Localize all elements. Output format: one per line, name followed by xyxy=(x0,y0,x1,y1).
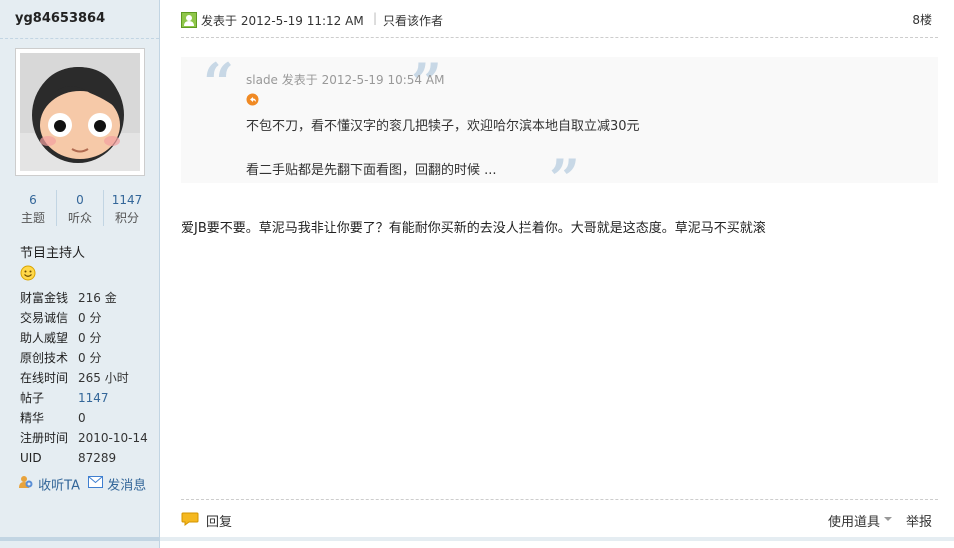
info-key: 在线时间 xyxy=(20,371,69,385)
author-only-link[interactable]: 只看该作者 xyxy=(383,12,443,29)
avatar-image xyxy=(20,53,140,171)
info-row: UID 87289 xyxy=(20,448,148,468)
reply-button[interactable]: 回复 xyxy=(206,511,232,530)
info-row: 精华 0 xyxy=(20,408,148,428)
stat-value: 6 xyxy=(29,193,37,207)
info-value: 0 xyxy=(78,411,86,425)
user-group[interactable]: 节目主持人 xyxy=(20,242,85,261)
info-row: 注册时间 2010-10-14 xyxy=(20,428,148,448)
stat-label: 主题 xyxy=(20,211,45,225)
post-header: 发表于 2012-5-19 11:12 AM | 只看该作者 8楼 xyxy=(181,8,938,38)
quote-close-icon: ” xyxy=(549,147,581,211)
stat-value: 1147 xyxy=(111,193,143,207)
user-sidebar: yg84653864 6 主题 0 听众 1147 积分 节目主持人 财富金钱 … xyxy=(0,0,160,548)
stat-listeners[interactable]: 0 听众 xyxy=(56,190,103,226)
info-value: 0 分 xyxy=(78,331,102,345)
send-message-link[interactable]: 发消息 xyxy=(107,479,146,494)
separator: | xyxy=(373,11,378,25)
info-key: 注册时间 xyxy=(20,431,69,445)
report-button[interactable]: 举报 xyxy=(906,511,932,530)
info-value: 265 小时 xyxy=(78,371,129,385)
info-row: 原创技术 0 分 xyxy=(20,348,148,368)
stat-label: 积分 xyxy=(114,211,139,225)
online-status-icon xyxy=(181,12,197,31)
info-key: 精华 xyxy=(20,411,45,425)
envelope-icon xyxy=(88,476,107,492)
posts-link[interactable]: 1147 xyxy=(78,391,109,405)
jump-to-post-icon[interactable] xyxy=(246,93,259,109)
divider xyxy=(0,537,160,541)
info-value: 0 分 xyxy=(78,311,102,325)
quote-text: 看二手贴都是先翻下面看图，回翻的时候 ... xyxy=(246,163,497,178)
user-actions: 收听TA 发消息 xyxy=(18,474,146,494)
user-stats: 6 主题 0 听众 1147 积分 xyxy=(10,190,150,226)
info-value: 216 金 xyxy=(78,291,117,305)
follow-icon xyxy=(18,476,38,494)
info-key: 原创技术 xyxy=(20,351,69,365)
info-row: 在线时间 265 小时 xyxy=(20,368,148,388)
info-key: 财富金钱 xyxy=(20,291,69,305)
avatar[interactable] xyxy=(15,48,145,176)
quote-text: 不包不刀，看不懂汉字的衮几把犊子，欢迎哈尔滨本地自取立减30元 xyxy=(246,119,640,134)
info-row: 助人威望 0 分 xyxy=(20,328,148,348)
divider xyxy=(0,38,159,39)
user-info: 财富金钱 216 金 交易诚信 0 分 助人威望 0 分 原创技术 0 分 在线时间 26… xyxy=(20,288,148,468)
stat-label: 听众 xyxy=(67,211,92,225)
info-key: 助人威望 xyxy=(20,331,69,345)
stat-points[interactable]: 1147 积分 xyxy=(103,190,150,226)
divider xyxy=(160,537,954,541)
info-key: 帖子 xyxy=(20,391,45,405)
info-key: 交易诚信 xyxy=(20,311,69,325)
info-row: 财富金钱 216 金 xyxy=(20,288,148,308)
reply-icon[interactable] xyxy=(181,511,199,530)
smiley-icon xyxy=(20,265,36,284)
quote-author: slade 发表于 2012-5-19 10:54 AM xyxy=(246,73,445,87)
use-tools-button[interactable]: 使用道具 xyxy=(828,511,880,530)
chevron-down-icon[interactable] xyxy=(884,517,892,521)
stat-threads[interactable]: 6 主题 xyxy=(10,190,56,226)
username[interactable]: yg84653864 xyxy=(15,11,105,26)
info-row: 交易诚信 0 分 xyxy=(20,308,148,328)
post-content: 爱JB要不要。草泥马我非让你要了？有能耐你买新的去没人拦着你。大哥就是这态度。草… xyxy=(181,221,766,236)
follow-link[interactable]: 收听TA xyxy=(38,479,80,494)
info-value: 2010-10-14 xyxy=(78,431,148,445)
quote-block: “ ” ” slade 发表于 2012-5-19 10:54 AM 不包不刀，… xyxy=(181,51,938,211)
floor-number[interactable]: 8楼 xyxy=(912,11,932,28)
info-value: 0 分 xyxy=(78,351,102,365)
quote-open-icon: “ xyxy=(203,51,235,115)
info-key: UID xyxy=(20,451,42,465)
info-row: 帖子 1147 xyxy=(20,388,148,408)
post-date: 发表于 2012-5-19 11:12 AM xyxy=(201,14,364,28)
stat-value: 0 xyxy=(76,193,84,207)
post-footer: 回复 使用道具 举报 xyxy=(181,499,938,530)
info-value: 87289 xyxy=(78,451,117,465)
